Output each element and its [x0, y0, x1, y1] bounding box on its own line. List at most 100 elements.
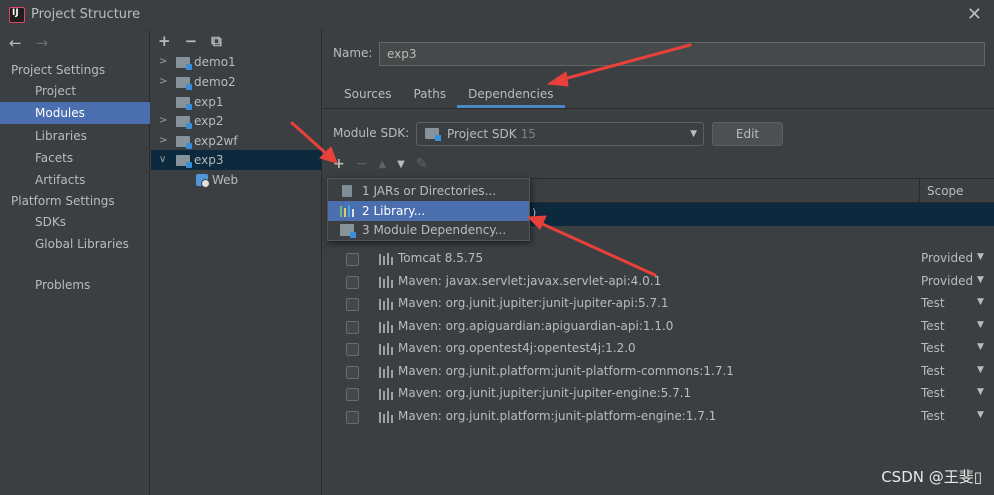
- dependency-name: Maven: org.opentest4j:opentest4j:1.2.0: [398, 341, 636, 355]
- scope-value[interactable]: Test: [921, 341, 945, 355]
- history-nav: ← →: [9, 34, 48, 52]
- library-icon: [379, 321, 393, 333]
- add-module-icon[interactable]: +: [158, 32, 171, 50]
- chevron-down-icon[interactable]: ▼: [977, 320, 984, 330]
- tree-item-exp1[interactable]: exp1: [151, 92, 322, 112]
- chevron-down-icon[interactable]: ▼: [977, 365, 984, 375]
- chevron-right-icon[interactable]: >: [159, 111, 167, 131]
- export-checkbox[interactable]: [346, 298, 359, 311]
- scope-value[interactable]: Test: [921, 296, 945, 310]
- scope-value[interactable]: Test: [921, 386, 945, 400]
- sidebar-item-modules[interactable]: Modules: [0, 102, 150, 124]
- scope-value[interactable]: Test: [921, 364, 945, 378]
- table-row[interactable]: Maven: javax.servlet:javax.servlet-api:4…: [327, 271, 994, 294]
- chevron-right-icon[interactable]: >: [159, 131, 167, 151]
- chevron-right-icon[interactable]: >: [159, 52, 167, 72]
- dependency-name: Tomcat 8.5.75: [398, 251, 483, 265]
- remove-module-icon[interactable]: −: [185, 32, 198, 50]
- tree-item-label: exp2: [194, 114, 224, 128]
- tree-item-exp3[interactable]: ∨ exp3: [151, 150, 322, 170]
- export-checkbox[interactable]: [346, 411, 359, 424]
- sidebar-item-libraries[interactable]: Libraries: [0, 125, 150, 147]
- close-icon[interactable]: ✕: [967, 4, 982, 25]
- title-bar: Project Structure ✕: [0, 0, 994, 30]
- chevron-down-icon[interactable]: ▼: [977, 275, 984, 285]
- dependency-name: Maven: org.junit.platform:junit-platform…: [398, 409, 717, 423]
- library-icon: [379, 388, 393, 400]
- tab-sources[interactable]: Sources: [333, 82, 402, 108]
- window-title: Project Structure: [31, 7, 141, 22]
- dependency-name: Maven: org.junit.jupiter:junit-jupiter-e…: [398, 386, 692, 400]
- chevron-down-icon[interactable]: ▼: [977, 387, 984, 397]
- chevron-down-icon[interactable]: ▼: [977, 252, 984, 262]
- back-arrow-icon[interactable]: ←: [9, 34, 22, 52]
- library-icon: [379, 366, 393, 378]
- tree-item-exp2[interactable]: > exp2: [151, 111, 322, 131]
- module-folder-icon: [176, 97, 192, 110]
- table-row[interactable]: Maven: org.opentest4j:opentest4j:1.2.0 T…: [327, 338, 994, 361]
- edit-sdk-button[interactable]: Edit: [712, 122, 783, 146]
- tree-item-demo1[interactable]: > demo1: [151, 52, 322, 72]
- library-icon: [379, 298, 393, 310]
- chevron-down-icon[interactable]: ▼: [977, 342, 984, 352]
- scope-value[interactable]: Test: [921, 319, 945, 333]
- library-icon: [379, 276, 393, 288]
- table-row[interactable]: Maven: org.apiguardian:apiguardian-api:1…: [327, 316, 994, 339]
- export-checkbox[interactable]: [346, 253, 359, 266]
- table-row[interactable]: Tomcat 8.5.75 Provided ▼: [327, 248, 994, 271]
- module-name-field[interactable]: exp3: [379, 42, 985, 66]
- module-folder-icon: [176, 155, 192, 168]
- sidebar-item-global-libraries[interactable]: Global Libraries: [0, 233, 150, 255]
- table-row[interactable]: Maven: org.junit.platform:junit-platform…: [327, 406, 994, 429]
- sidebar-item-project[interactable]: Project: [0, 80, 150, 102]
- sdk-folder-icon: [425, 128, 441, 141]
- sidebar-item-problems[interactable]: Problems: [0, 274, 150, 296]
- tree-item-label: demo2: [194, 75, 236, 89]
- remove-dependency-icon[interactable]: −: [356, 156, 368, 172]
- add-dependency-icon[interactable]: +: [333, 156, 345, 172]
- sidebar-item-artifacts[interactable]: Artifacts: [0, 169, 150, 191]
- project-settings-header: Project Settings: [11, 63, 106, 77]
- chevron-down-icon[interactable]: ▼: [977, 410, 984, 420]
- web-facet-icon: [196, 174, 210, 188]
- library-icon: [379, 343, 393, 355]
- tree-toolbar: + − ⧉: [158, 32, 222, 50]
- library-icon: [340, 205, 354, 217]
- tab-paths[interactable]: Paths: [402, 82, 457, 108]
- chevron-right-icon[interactable]: >: [159, 72, 167, 92]
- export-checkbox[interactable]: [346, 366, 359, 379]
- menu-item-jars-or-directories[interactable]: 1 JARs or Directories...: [328, 181, 529, 201]
- tree-item-label: exp1: [194, 95, 224, 109]
- scope-column-header[interactable]: Scope: [919, 179, 994, 203]
- export-checkbox[interactable]: [346, 276, 359, 289]
- tab-dependencies[interactable]: Dependencies: [457, 82, 565, 108]
- chevron-down-icon[interactable]: ▼: [977, 297, 984, 307]
- chevron-down-icon[interactable]: ∨: [159, 150, 166, 170]
- forward-arrow-icon[interactable]: →: [36, 34, 49, 52]
- table-row[interactable]: Maven: org.junit.jupiter:junit-jupiter-e…: [327, 383, 994, 406]
- move-down-icon[interactable]: ▼: [397, 159, 405, 170]
- edit-pencil-icon[interactable]: ✎: [416, 156, 428, 172]
- scope-value[interactable]: Test: [921, 409, 945, 423]
- module-sdk-dropdown[interactable]: Project SDK 15 ▼: [416, 122, 704, 146]
- tree-item-exp2wf[interactable]: > exp2wf: [151, 131, 322, 151]
- table-row[interactable]: Maven: org.junit.jupiter:junit-jupiter-a…: [327, 293, 994, 316]
- menu-item-library[interactable]: 2 Library...: [328, 201, 529, 221]
- export-checkbox[interactable]: [346, 388, 359, 401]
- export-checkbox[interactable]: [346, 343, 359, 356]
- sdk-version: 15: [520, 127, 536, 141]
- move-up-icon[interactable]: ▲: [378, 159, 386, 170]
- sidebar-item-facets[interactable]: Facets: [0, 147, 150, 169]
- module-folder-icon: [176, 136, 192, 149]
- export-checkbox[interactable]: [346, 321, 359, 334]
- scope-value[interactable]: Provided: [921, 251, 973, 265]
- menu-item-module-dependency[interactable]: 3 Module Dependency...: [328, 220, 529, 240]
- tree-item-demo2[interactable]: > demo2: [151, 72, 322, 92]
- sidebar-item-sdks[interactable]: SDKs: [0, 211, 150, 233]
- table-row[interactable]: Maven: org.junit.platform:junit-platform…: [327, 361, 994, 384]
- tree-item-web-facet[interactable]: Web: [151, 170, 322, 190]
- copy-module-icon[interactable]: ⧉: [211, 32, 222, 50]
- module-folder-icon: [176, 116, 192, 129]
- scope-value[interactable]: Provided: [921, 274, 973, 288]
- intellij-app-icon: [9, 7, 25, 23]
